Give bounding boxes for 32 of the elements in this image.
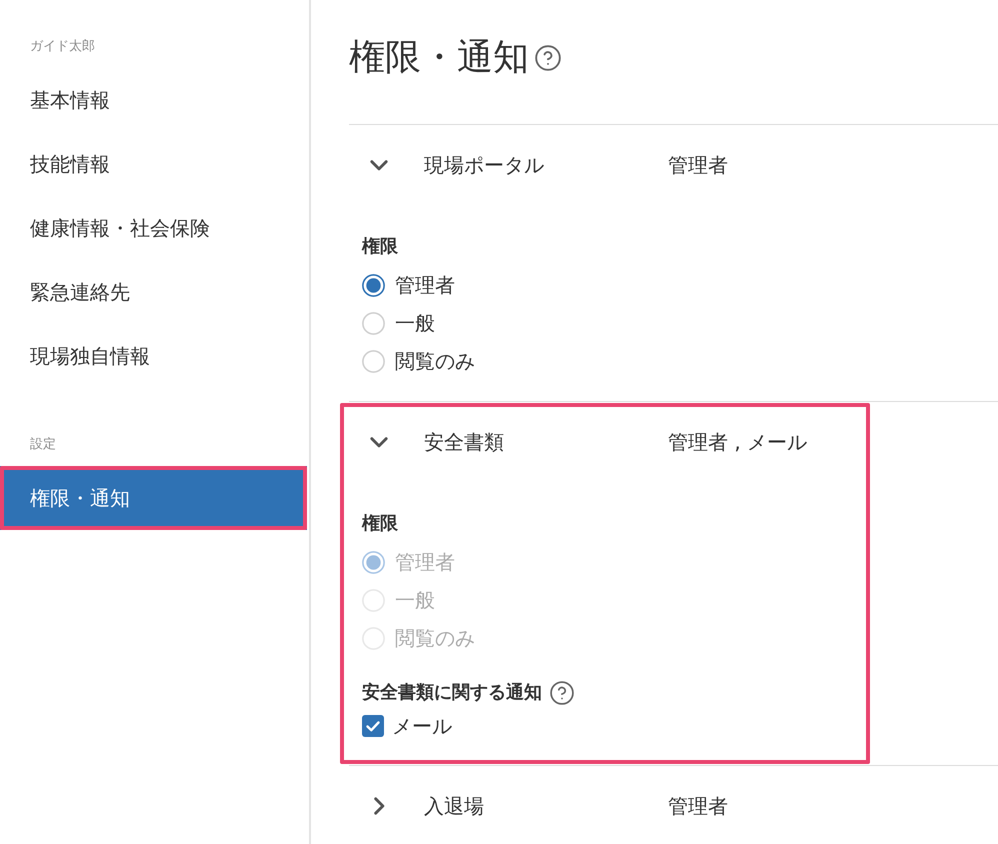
option-label: 閲覧のみ bbox=[395, 624, 475, 652]
page-title: 権限・通知 bbox=[349, 36, 529, 80]
section-title: 現場ポータル bbox=[424, 152, 544, 178]
checkbox[interactable] bbox=[362, 715, 384, 737]
help-icon[interactable] bbox=[535, 45, 561, 71]
chevron-down-icon[interactable] bbox=[370, 436, 388, 448]
section-summary: 管理者 bbox=[668, 792, 728, 820]
option-label: 閲覧のみ bbox=[395, 348, 475, 374]
sidebar-item[interactable]: 緊急連絡先 bbox=[0, 260, 309, 324]
option-label: 管理者 bbox=[395, 548, 455, 576]
section-summary: 管理者 bbox=[668, 152, 728, 178]
sidebar-item[interactable]: 権限・通知 bbox=[0, 466, 307, 530]
option-label: 一般 bbox=[395, 586, 435, 614]
chevron-down-icon[interactable] bbox=[370, 160, 388, 170]
sidebar-item[interactable]: 技能情報 bbox=[0, 132, 309, 196]
chevron-right-icon[interactable] bbox=[374, 797, 384, 815]
section-title: 安全書類 bbox=[424, 428, 504, 456]
option-label: 管理者 bbox=[395, 272, 455, 298]
group-label: 安全書類に関する通知 bbox=[362, 681, 542, 705]
sidebar-item[interactable]: 基本情報 bbox=[0, 68, 309, 132]
radio-button[interactable] bbox=[362, 274, 385, 296]
section-summary: 管理者 , メール bbox=[668, 428, 808, 456]
sidebar-heading: ガイド太郎 bbox=[30, 38, 95, 56]
help-icon[interactable] bbox=[550, 681, 574, 705]
sidebar-heading: 設定 bbox=[30, 436, 56, 454]
section-title: 入退場 bbox=[424, 792, 484, 820]
option-label: メール bbox=[392, 712, 452, 740]
group-label: 権限 bbox=[362, 512, 398, 536]
sidebar-item[interactable]: 現場独自情報 bbox=[0, 324, 309, 388]
sidebar-item[interactable]: 健康情報・社会保険 bbox=[0, 196, 309, 260]
option-label: 一般 bbox=[395, 310, 435, 336]
group-label: 権限 bbox=[362, 235, 398, 259]
